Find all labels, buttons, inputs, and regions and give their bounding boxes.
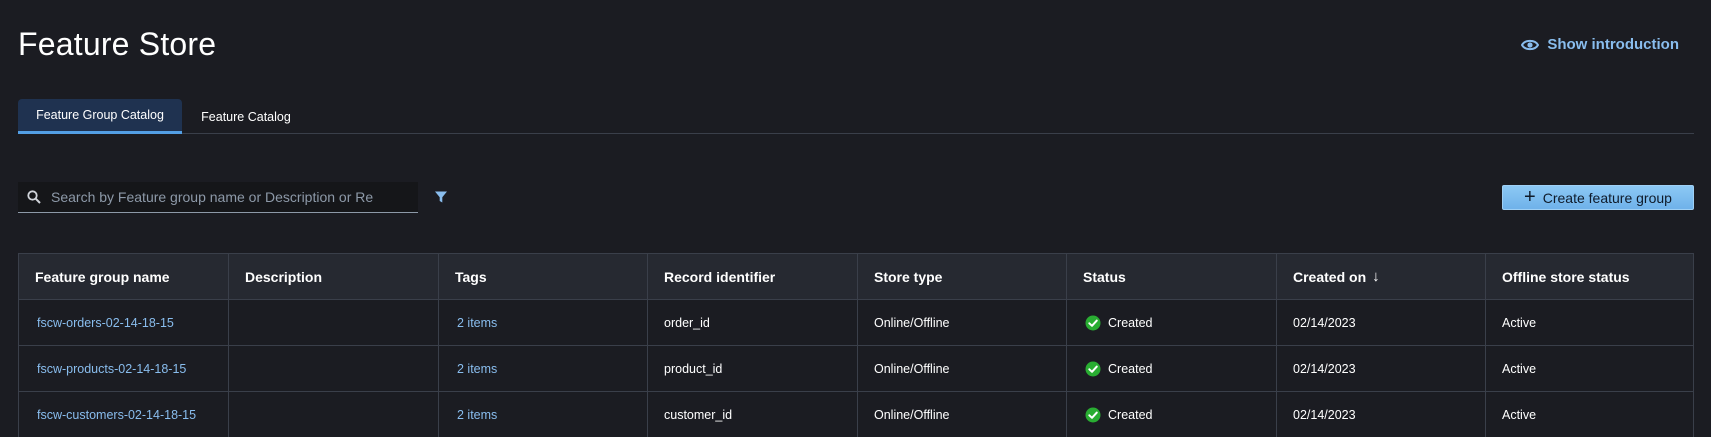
offline-store-status-cell: Active	[1502, 361, 1537, 376]
status-text: Created	[1108, 315, 1153, 330]
table-row: fscw-products-02-14-18-15 2 items produc…	[19, 346, 1693, 392]
create-feature-group-label: Create feature group	[1542, 189, 1672, 206]
column-header-tags[interactable]: Tags	[439, 254, 648, 299]
column-header-record-identifier[interactable]: Record identifier	[648, 254, 858, 299]
search-icon	[27, 190, 41, 204]
status-text: Created	[1108, 361, 1153, 376]
feature-group-name-link[interactable]: fscw-customers-02-14-18-15	[37, 408, 196, 422]
column-header-created-on[interactable]: Created on ↓	[1277, 254, 1486, 299]
table-row: fscw-customers-02-14-18-15 2 items custo…	[19, 392, 1693, 437]
offline-store-status-cell: Active	[1502, 315, 1537, 330]
created-on-cell: 02/14/2023	[1293, 315, 1356, 330]
column-header-store-type[interactable]: Store type	[858, 254, 1067, 299]
tab-feature-catalog[interactable]: Feature Catalog	[182, 99, 310, 134]
create-feature-group-button[interactable]: + Create feature group	[1502, 185, 1694, 210]
check-circle-icon	[1085, 407, 1108, 423]
column-header-description[interactable]: Description	[229, 254, 439, 299]
column-header-name[interactable]: Feature group name	[19, 254, 229, 299]
page-title: Feature Store	[18, 26, 217, 62]
filter-icon[interactable]	[434, 190, 448, 209]
record-identifier-cell: product_id	[664, 361, 723, 376]
store-type-cell: Online/Offline	[874, 408, 950, 422]
column-header-status[interactable]: Status	[1067, 254, 1277, 299]
show-introduction-label: Show introduction	[1547, 36, 1679, 53]
feature-group-name-link[interactable]: fscw-products-02-14-18-15	[37, 362, 186, 376]
show-introduction-link[interactable]: Show introduction	[1521, 36, 1679, 53]
tags-link[interactable]: 2 items	[457, 316, 497, 330]
created-on-cell: 02/14/2023	[1293, 408, 1356, 422]
table-row: fscw-orders-02-14-18-15 2 items order_id…	[19, 300, 1693, 346]
check-circle-icon	[1085, 315, 1108, 331]
tags-link[interactable]: 2 items	[457, 408, 497, 422]
status-text: Created	[1108, 408, 1153, 422]
check-circle-icon	[1085, 361, 1108, 377]
record-identifier-cell: order_id	[664, 315, 710, 330]
tab-bar: Feature Group Catalog Feature Catalog	[18, 99, 1694, 134]
eye-icon	[1521, 38, 1540, 52]
search-input[interactable]	[51, 189, 412, 205]
tab-feature-group-catalog[interactable]: Feature Group Catalog	[18, 99, 182, 134]
plus-icon: +	[1524, 185, 1536, 208]
record-identifier-cell: customer_id	[664, 408, 733, 422]
store-type-cell: Online/Offline	[874, 315, 950, 330]
offline-store-status-cell: Active	[1502, 408, 1537, 422]
sort-descending-icon: ↓	[1372, 268, 1380, 285]
table-header: Feature group name Description Tags Reco…	[19, 254, 1693, 300]
tags-link[interactable]: 2 items	[457, 362, 497, 376]
column-header-offline-store-status[interactable]: Offline store status	[1486, 254, 1693, 299]
feature-group-name-link[interactable]: fscw-orders-02-14-18-15	[37, 316, 174, 330]
feature-group-table: Feature group name Description Tags Reco…	[18, 253, 1694, 437]
search-box	[18, 182, 418, 213]
created-on-cell: 02/14/2023	[1293, 361, 1356, 376]
store-type-cell: Online/Offline	[874, 361, 950, 376]
